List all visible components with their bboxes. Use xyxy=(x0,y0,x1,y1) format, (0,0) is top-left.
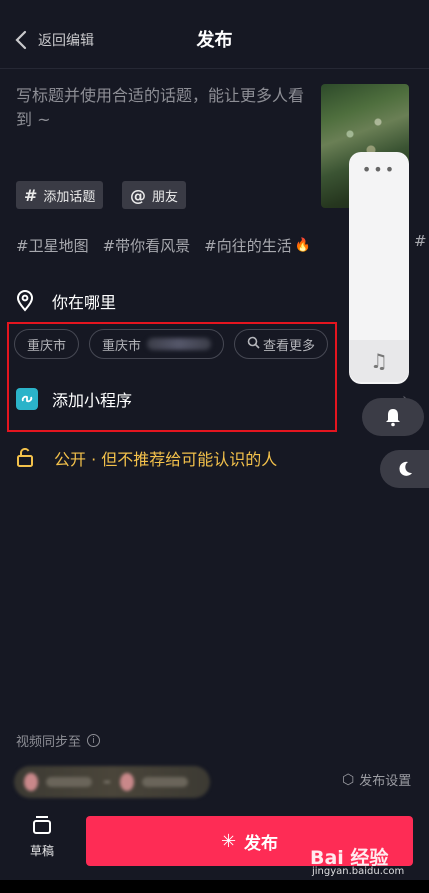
floating-tool-panel[interactable]: ••• ♫ xyxy=(349,152,409,384)
baidu-watermark-url: jingyan.baidu.com xyxy=(312,866,405,877)
draft-button[interactable]: 草稿 xyxy=(22,816,62,859)
hashtag-suggestion[interactable]: #卫星地图 xyxy=(16,232,89,258)
settings-icon: ⬡ xyxy=(342,771,355,788)
header-divider xyxy=(0,68,429,69)
bell-icon xyxy=(386,409,400,427)
fire-icon: 🔥 xyxy=(294,237,311,253)
hashtag-suggestion[interactable]: #带你看风景 xyxy=(103,232,191,258)
more-dots-icon[interactable]: ••• xyxy=(349,160,409,179)
mention-friend-label: 朋友 xyxy=(152,189,179,205)
unlock-icon xyxy=(17,448,33,467)
sync-app-avatar xyxy=(24,773,38,791)
add-topic-button[interactable]: # 添加话题 xyxy=(16,181,104,209)
blurred-sync-text xyxy=(141,777,188,787)
hashtag-suggestions: #卫星地图 #带你看风景 #向往的生活 🔥 xyxy=(16,232,311,258)
music-note-icon[interactable]: ♫ xyxy=(349,340,409,382)
blurred-sync-text xyxy=(45,777,92,787)
draft-box-icon xyxy=(33,816,51,834)
caption-input[interactable]: 写标题并使用合适的话题，能让更多人看到 ~ xyxy=(16,84,306,132)
sync-target-chip[interactable] xyxy=(14,766,210,798)
page-title: 发布 xyxy=(196,30,233,51)
sync-separator xyxy=(103,781,111,783)
sync-to-label: 视频同步至 i xyxy=(16,731,101,750)
location-row[interactable]: 你在哪里 xyxy=(16,286,116,316)
highlight-annotation-box xyxy=(7,322,337,432)
at-icon: @ xyxy=(130,185,146,205)
location-label: 你在哪里 xyxy=(52,293,117,312)
sync-app-avatar xyxy=(120,773,134,791)
moon-icon xyxy=(398,461,412,476)
draft-label: 草稿 xyxy=(29,844,54,858)
add-topic-label: 添加话题 xyxy=(43,189,96,205)
publish-label: 发布 xyxy=(244,833,279,854)
hashtag-suggestion[interactable]: #向往的生活 🔥 xyxy=(204,232,311,258)
sparkle-icon: ✳ xyxy=(220,830,237,852)
info-icon[interactable]: i xyxy=(87,734,101,747)
mention-friend-button[interactable]: @ 朋友 xyxy=(122,181,187,209)
location-pin-icon xyxy=(16,290,34,312)
dark-mode-button[interactable] xyxy=(380,450,429,488)
sync-label-text: 视频同步至 xyxy=(16,735,82,750)
privacy-label: 公开 · 但不推荐给可能认识的人 xyxy=(54,450,278,469)
publish-settings-button[interactable]: ⬡ 发布设置 xyxy=(342,770,412,790)
privacy-row[interactable]: 公开 · 但不推荐给可能认识的人 xyxy=(16,444,277,472)
system-nav-bar xyxy=(0,880,429,893)
hashtag-suggestion-label: #向往的生活 xyxy=(204,236,292,255)
hashtag-icon: # xyxy=(24,185,38,205)
publish-settings-label: 发布设置 xyxy=(359,774,412,789)
hashtag-suggestion-partial[interactable]: # xyxy=(414,232,427,250)
notification-bell-button[interactable] xyxy=(362,398,424,436)
